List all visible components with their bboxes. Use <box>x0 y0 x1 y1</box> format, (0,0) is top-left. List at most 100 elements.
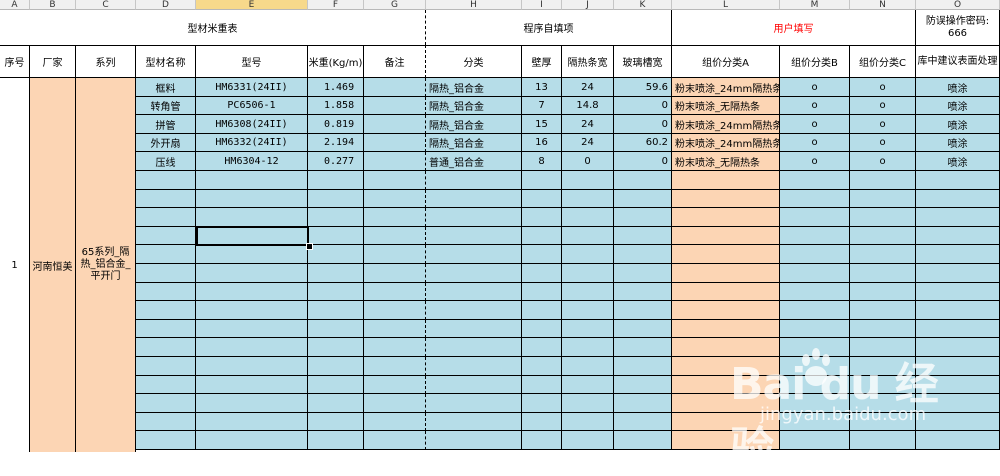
empty-cell[interactable] <box>196 190 308 208</box>
row-3-surface[interactable]: 喷涂 <box>916 115 1000 134</box>
empty-cell[interactable] <box>672 171 780 190</box>
empty-cell[interactable] <box>850 357 916 376</box>
empty-cell[interactable] <box>136 227 196 245</box>
empty-cell[interactable] <box>364 338 426 357</box>
row-5-classB[interactable]: o <box>780 152 850 171</box>
column-header-h[interactable]: H <box>426 0 522 10</box>
row-5-glass[interactable]: 0 <box>614 152 672 171</box>
empty-cell[interactable] <box>136 413 196 431</box>
empty-cell[interactable] <box>672 190 780 208</box>
column-header-o[interactable]: O <box>916 0 1000 10</box>
empty-cell[interactable] <box>562 431 614 450</box>
row-1-classB[interactable]: o <box>780 78 850 97</box>
row-4-category[interactable]: 隔热_铝合金 <box>426 134 522 152</box>
empty-cell[interactable] <box>916 227 1000 245</box>
row-4-remark[interactable] <box>364 134 426 152</box>
empty-cell[interactable] <box>916 301 1000 320</box>
active-cell-selection[interactable] <box>196 226 309 246</box>
empty-cell[interactable] <box>672 301 780 320</box>
empty-cell[interactable] <box>614 264 672 283</box>
empty-cell[interactable] <box>426 190 522 208</box>
empty-cell[interactable] <box>196 301 308 320</box>
column-header-c[interactable]: C <box>76 0 136 10</box>
empty-cell[interactable] <box>426 208 522 227</box>
empty-cell[interactable] <box>196 394 308 413</box>
empty-cell[interactable] <box>364 171 426 190</box>
empty-cell[interactable] <box>614 394 672 413</box>
row-3-model[interactable]: HM6308(24II) <box>196 115 308 134</box>
empty-cell[interactable] <box>780 394 850 413</box>
row-4-surface[interactable]: 喷涂 <box>916 134 1000 152</box>
empty-cell[interactable] <box>916 376 1000 394</box>
empty-cell[interactable] <box>562 227 614 245</box>
empty-cell[interactable] <box>850 190 916 208</box>
empty-cell[interactable] <box>916 190 1000 208</box>
column-header-f[interactable]: F <box>308 0 364 10</box>
empty-cell[interactable] <box>136 283 196 301</box>
row-1-name[interactable]: 框料 <box>136 78 196 97</box>
empty-cell[interactable] <box>614 245 672 264</box>
empty-cell[interactable] <box>614 431 672 450</box>
row-4-classC[interactable]: o <box>850 134 916 152</box>
row-4-classA[interactable]: 粉末喷涂_24mm隔热条 <box>672 134 780 152</box>
empty-cell[interactable] <box>614 190 672 208</box>
row-4-strip[interactable]: 24 <box>562 134 614 152</box>
empty-cell[interactable] <box>916 338 1000 357</box>
empty-cell[interactable] <box>850 283 916 301</box>
empty-cell[interactable] <box>426 394 522 413</box>
column-header-d[interactable]: D <box>136 0 196 10</box>
empty-cell[interactable] <box>672 357 780 376</box>
empty-cell[interactable] <box>196 376 308 394</box>
empty-cell[interactable] <box>672 264 780 283</box>
empty-cell[interactable] <box>916 283 1000 301</box>
empty-cell[interactable] <box>562 376 614 394</box>
empty-cell[interactable] <box>614 208 672 227</box>
row-3-weight[interactable]: 0.819 <box>308 115 364 134</box>
empty-cell[interactable] <box>522 357 562 376</box>
column-header-k[interactable]: K <box>614 0 672 10</box>
empty-cell[interactable] <box>780 320 850 338</box>
empty-cell[interactable] <box>426 413 522 431</box>
empty-cell[interactable] <box>780 245 850 264</box>
empty-cell[interactable] <box>614 227 672 245</box>
empty-cell[interactable] <box>364 245 426 264</box>
empty-cell[interactable] <box>614 338 672 357</box>
row-4-glass[interactable]: 60.2 <box>614 134 672 152</box>
row-4-thickness[interactable]: 16 <box>522 134 562 152</box>
empty-cell[interactable] <box>916 171 1000 190</box>
empty-cell[interactable] <box>522 320 562 338</box>
row-5-thickness[interactable]: 8 <box>522 152 562 171</box>
column-header-b[interactable]: B <box>30 0 76 10</box>
row-3-classB[interactable]: o <box>780 115 850 134</box>
row-2-model[interactable]: PC6506-1 <box>196 97 308 115</box>
row-2-classA[interactable]: 粉末喷涂_无隔热条 <box>672 97 780 115</box>
empty-cell[interactable] <box>850 301 916 320</box>
row-3-strip[interactable]: 24 <box>562 115 614 134</box>
empty-cell[interactable] <box>916 413 1000 431</box>
row-1-category[interactable]: 隔热_铝合金 <box>426 78 522 97</box>
empty-cell[interactable] <box>308 264 364 283</box>
row-5-surface[interactable]: 喷涂 <box>916 152 1000 171</box>
manufacturer-cell[interactable]: 河南恒美 <box>30 78 76 452</box>
empty-cell[interactable] <box>308 171 364 190</box>
empty-cell[interactable] <box>672 413 780 431</box>
empty-cell[interactable] <box>916 320 1000 338</box>
empty-cell[interactable] <box>426 320 522 338</box>
empty-cell[interactable] <box>426 376 522 394</box>
empty-cell[interactable] <box>562 171 614 190</box>
empty-cell[interactable] <box>308 376 364 394</box>
empty-cell[interactable] <box>672 227 780 245</box>
empty-cell[interactable] <box>136 338 196 357</box>
empty-cell[interactable] <box>426 431 522 450</box>
empty-cell[interactable] <box>196 208 308 227</box>
empty-cell[interactable] <box>562 283 614 301</box>
empty-cell[interactable] <box>672 320 780 338</box>
empty-cell[interactable] <box>308 208 364 227</box>
column-header-n[interactable]: N <box>850 0 916 10</box>
empty-cell[interactable] <box>780 264 850 283</box>
row-4-name[interactable]: 外开扇 <box>136 134 196 152</box>
empty-cell[interactable] <box>426 357 522 376</box>
empty-cell[interactable] <box>522 431 562 450</box>
empty-cell[interactable] <box>426 301 522 320</box>
column-header-l[interactable]: L <box>672 0 780 10</box>
